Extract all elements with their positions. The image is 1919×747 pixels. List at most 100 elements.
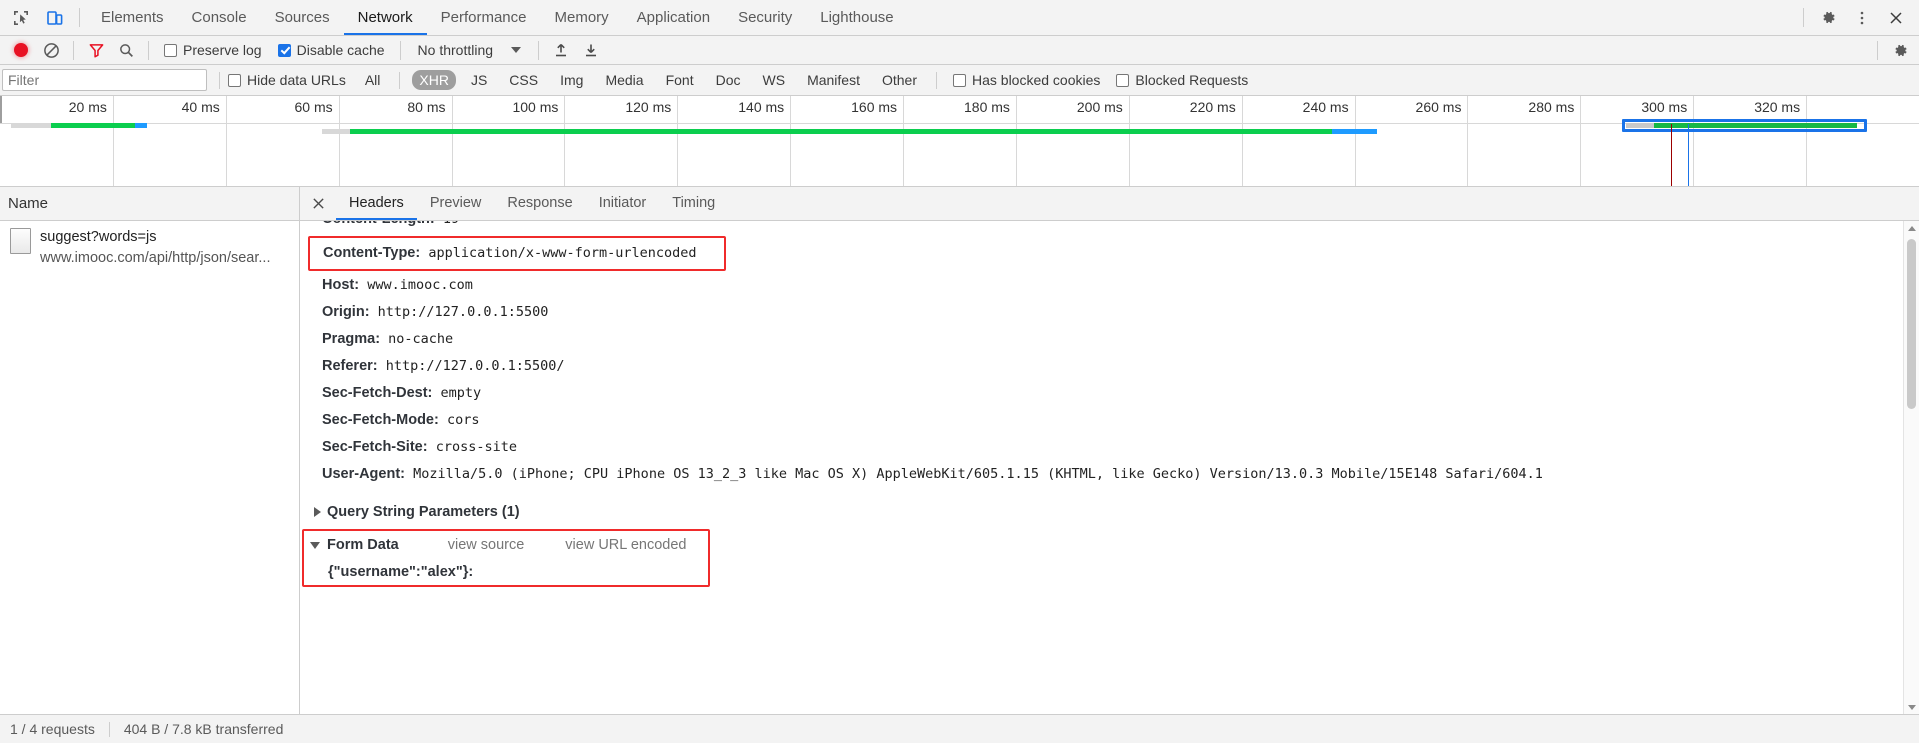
- clear-button[interactable]: [36, 37, 66, 64]
- tab-console-label: Console: [191, 9, 247, 26]
- filter-bar: Hide data URLs All XHR JS CSS Img Media …: [0, 65, 1919, 96]
- tab-memory[interactable]: Memory: [541, 0, 623, 35]
- tabbar-actions: [1796, 1, 1913, 35]
- detail-tab-timing[interactable]: Timing: [659, 187, 728, 220]
- request-path: www.imooc.com/api/http/json/sear...: [40, 250, 271, 266]
- type-filter-css[interactable]: CSS: [502, 70, 545, 90]
- detail-tab-initiator[interactable]: Initiator: [586, 187, 660, 220]
- blocked-requests-checkbox[interactable]: [1116, 73, 1130, 87]
- type-filter-font-label: Font: [665, 72, 694, 88]
- type-filter-ws[interactable]: WS: [756, 70, 793, 90]
- detail-tab-response[interactable]: Response: [494, 187, 585, 220]
- hide-data-urls-checkbox[interactable]: [228, 73, 241, 87]
- request-header-line: Pragma: no-cache: [300, 326, 1919, 353]
- inspect-element-icon[interactable]: [4, 1, 38, 35]
- type-filter-font[interactable]: Font: [659, 70, 701, 90]
- tab-lighthouse[interactable]: Lighthouse: [806, 0, 907, 35]
- tab-console[interactable]: Console: [178, 0, 261, 35]
- view-source-link[interactable]: view source: [448, 537, 525, 553]
- type-filter-xhr[interactable]: XHR: [412, 70, 456, 90]
- overview-tick-label: 160 ms: [851, 99, 898, 115]
- request-header-line: Sec-Fetch-Mode: cors: [300, 407, 1919, 434]
- overview-bar-segment: [135, 123, 147, 128]
- type-filter-media[interactable]: Media: [598, 70, 650, 90]
- overview-tick: [225, 96, 227, 186]
- type-filter-all[interactable]: All: [358, 70, 388, 90]
- detail-tab-initiator-label: Initiator: [598, 195, 647, 211]
- disable-cache-toggle[interactable]: Disable cache: [277, 42, 385, 58]
- header-key: Referer:: [322, 358, 378, 374]
- tab-performance[interactable]: Performance: [427, 0, 541, 35]
- hide-data-urls-toggle[interactable]: Hide data URLs: [228, 72, 346, 88]
- tab-security[interactable]: Security: [724, 0, 806, 35]
- disable-cache-checkbox[interactable]: [277, 43, 291, 57]
- has-blocked-cookies-toggle[interactable]: Has blocked cookies: [953, 72, 1100, 88]
- column-header-name: Name: [8, 195, 49, 212]
- scroll-down-arrow[interactable]: [1904, 700, 1919, 714]
- tabbar-divider: [79, 8, 80, 27]
- preserve-log-toggle[interactable]: Preserve log: [164, 42, 262, 58]
- gear-icon[interactable]: [1811, 1, 1845, 35]
- view-url-encoded-link[interactable]: view URL encoded: [565, 537, 686, 553]
- import-har-button[interactable]: [546, 37, 576, 64]
- overview-selected-request-outline[interactable]: [1621, 119, 1867, 132]
- overview-request-bar[interactable]: [321, 129, 1378, 134]
- overview-tick: [564, 96, 566, 186]
- tab-elements[interactable]: Elements: [87, 0, 178, 35]
- type-filter-img[interactable]: Img: [553, 70, 590, 90]
- preserve-log-checkbox[interactable]: [164, 43, 177, 57]
- scroll-thumb[interactable]: [1907, 239, 1916, 409]
- detail-tab-headers[interactable]: Headers: [336, 187, 417, 220]
- close-detail-icon[interactable]: [306, 192, 330, 216]
- overview-request-bar[interactable]: [11, 123, 147, 128]
- record-button[interactable]: [6, 37, 36, 64]
- export-har-button[interactable]: [576, 37, 606, 64]
- throttling-select[interactable]: No throttling: [417, 42, 522, 58]
- type-filter-css-label: CSS: [509, 72, 539, 88]
- overview-tick: [451, 96, 453, 186]
- type-filter-js[interactable]: JS: [464, 70, 494, 90]
- type-filter-img-label: Img: [560, 72, 584, 88]
- tab-network[interactable]: Network: [343, 0, 427, 35]
- overview-tick-label: 220 ms: [1189, 99, 1236, 115]
- throttling-value: No throttling: [417, 42, 494, 58]
- tab-security-label: Security: [738, 9, 793, 26]
- scroll-up-arrow[interactable]: [1904, 221, 1919, 235]
- request-row[interactable]: suggest?words=js www.imooc.com/api/http/j…: [0, 221, 299, 275]
- filter-button[interactable]: [81, 37, 111, 64]
- network-settings-icon[interactable]: [1885, 37, 1915, 64]
- network-toolbar: Preserve log Disable cache No throttling: [0, 36, 1919, 65]
- detail-scrollbar[interactable]: [1903, 221, 1919, 714]
- has-blocked-cookies-checkbox[interactable]: [953, 73, 966, 87]
- overview-tick: [1467, 96, 1469, 186]
- detail-tab-preview[interactable]: Preview: [417, 187, 495, 220]
- request-list-header[interactable]: Name: [0, 187, 299, 221]
- tab-sources[interactable]: Sources: [261, 0, 344, 35]
- has-blocked-cookies-label: Has blocked cookies: [972, 72, 1101, 88]
- headers-content: Content-Length: 19 Content-Type: applicat…: [300, 221, 1919, 714]
- network-overview-timeline[interactable]: 20 ms 40 ms 60 ms 80 ms 100 ms 120 ms 140 ms 16…: [0, 96, 1919, 187]
- type-filter-ws-label: WS: [762, 72, 786, 88]
- overview-bar-segment: [349, 129, 1332, 134]
- search-input[interactable]: [2, 69, 207, 91]
- form-data-section[interactable]: Form Data view source view URL encoded: [304, 531, 708, 559]
- type-filter-other[interactable]: Other: [875, 70, 924, 90]
- more-options-icon[interactable]: [1845, 1, 1879, 35]
- query-string-parameters-section[interactable]: Query String Parameters (1): [300, 498, 1919, 526]
- blocked-requests-toggle[interactable]: Blocked Requests: [1116, 72, 1248, 88]
- toolbar-divider-2: [148, 40, 149, 60]
- overview-tick: [1241, 96, 1243, 186]
- close-icon[interactable]: [1879, 1, 1913, 35]
- network-toolbar-right: [1870, 37, 1915, 64]
- header-key: Content-Length:: [322, 221, 435, 227]
- tab-application[interactable]: Application: [623, 0, 724, 35]
- type-filter-js-label: JS: [470, 72, 488, 88]
- device-toolbar-icon[interactable]: [38, 1, 72, 35]
- type-filter-all-label: All: [364, 72, 381, 88]
- type-filter-doc[interactable]: Doc: [709, 70, 748, 90]
- type-filter-manifest[interactable]: Manifest: [800, 70, 867, 90]
- request-header-line: Referer: http://127.0.0.1:5500/: [300, 353, 1919, 380]
- filter-divider-1: [219, 71, 220, 89]
- search-button[interactable]: [111, 37, 141, 64]
- overview-tick-label: 140 ms: [738, 99, 785, 115]
